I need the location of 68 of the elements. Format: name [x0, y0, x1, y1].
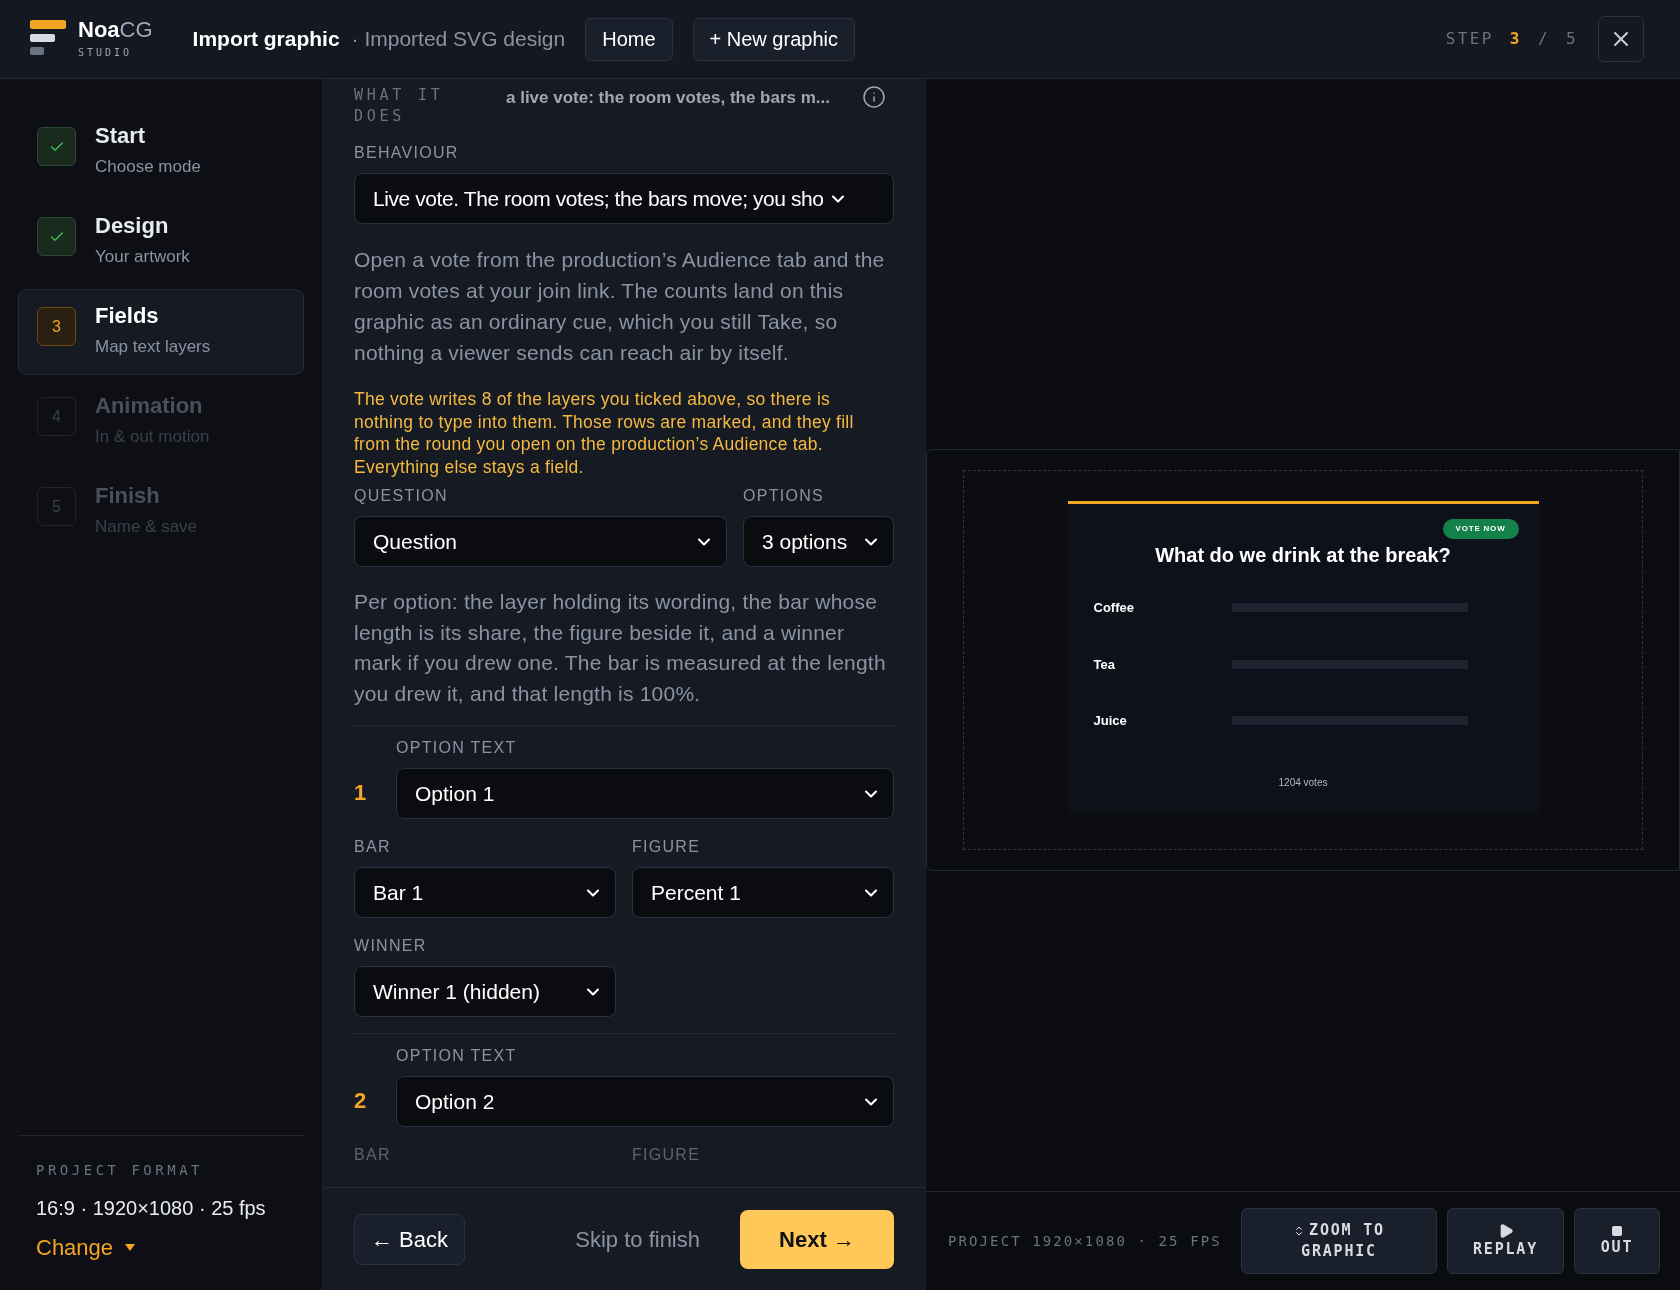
question-select[interactable]: Question	[354, 516, 727, 567]
question-label: QUESTION	[354, 486, 449, 506]
behaviour-description: Open a vote from the production’s Audience tab and the room votes at your join link. The counts land on this graphic as an ordinary cue, which you still Take, so nothing a viewer sends can reach air by itself.	[354, 247, 886, 366]
new-graphic-button[interactable]: + New graphic	[692, 17, 855, 61]
out-button[interactable]: OUT	[1574, 1208, 1660, 1274]
winner-select[interactable]: Winner 1 (hidden)	[354, 966, 616, 1017]
step-item[interactable]: Start Choose mode	[18, 109, 304, 195]
step-title: Finish	[95, 482, 161, 510]
per-option-description: Per option: the layer holding its wording, the bar whose length is its share, the figure beside it, and a winner mark if you drew one. The bar is measured at the length you drew it, and that length is 100%.	[354, 589, 887, 707]
option-number: 1	[354, 779, 368, 807]
option-label: Juice	[1093, 712, 1128, 730]
close-button[interactable]	[1598, 16, 1644, 62]
figure-label: FIGURE	[632, 1145, 702, 1165]
vote-now-badge: VOTE NOW	[1442, 519, 1519, 539]
figure-label: FIGURE	[632, 837, 702, 857]
home-button[interactable]: Home	[585, 17, 673, 61]
option-label: Coffee	[1093, 599, 1135, 617]
votes-count: 1204 votes	[1278, 775, 1328, 790]
behaviour-select[interactable]: Live vote. The room votes; the bars move; you sho	[354, 173, 894, 224]
back-button[interactable]: ← Back	[354, 1213, 466, 1265]
what-it-does-label: WHAT IT DOES	[354, 85, 445, 127]
step-separator: /	[1537, 28, 1550, 50]
option-text-select[interactable]: Option 2	[396, 1076, 894, 1127]
options-select[interactable]: 3 options	[743, 516, 894, 567]
option-text-label: OPTION TEXT	[396, 1046, 518, 1066]
figure-select[interactable]: Percent 1	[632, 867, 894, 918]
options-label: OPTIONS	[743, 486, 825, 506]
page-subtitle: · Imported SVG design	[351, 26, 566, 53]
zoom-button[interactable]: ZOOM TO GRAPHIC	[1241, 1208, 1437, 1274]
logo-icon	[30, 20, 66, 58]
brand-subtitle: STUDIO	[78, 45, 134, 60]
page-title: Import graphic	[192, 26, 340, 53]
bar-select[interactable]: Bar 1	[354, 867, 616, 918]
step-title: Fields	[95, 302, 160, 330]
skip-link[interactable]: Skip to finish	[575, 1222, 700, 1256]
bar-label: BAR	[354, 1145, 392, 1165]
project-format-label: PROJECT FORMAT	[36, 1161, 204, 1180]
step-subtitle: Map text layers	[95, 336, 211, 358]
step-subtitle: Your artwork	[95, 246, 190, 268]
vote-notice: The vote writes 8 of the layers you ticked above, so there is nothing to type into them. Those rows are marked, and they fill from the round you open on the production’s Audience tab. Everything else stays a field.	[354, 388, 855, 478]
step-item[interactable]: Design Your artwork	[18, 199, 304, 285]
step-current: 3	[1509, 28, 1522, 50]
info-icon[interactable]	[862, 85, 886, 109]
option-label: Tea	[1093, 655, 1116, 674]
next-button[interactable]: Next →	[740, 1209, 894, 1269]
stop-icon	[1611, 1224, 1623, 1237]
step-title: Design	[95, 212, 170, 240]
question-title: What do we drink at the break?	[1155, 543, 1451, 568]
caret-icon	[125, 1244, 136, 1251]
step-title: Animation	[95, 392, 204, 420]
project-info: PROJECT 1920×1080 · 25 FPS	[948, 1231, 1223, 1251]
change-button[interactable]: Change	[36, 1231, 136, 1264]
what-it-does-value: a live vote: the room votes, the bars m...	[506, 87, 831, 109]
replay-button[interactable]: REPLAY	[1447, 1208, 1564, 1274]
winner-label: WINNER	[354, 936, 428, 956]
brand-name: NoaCG	[78, 18, 153, 41]
step-label: STEP	[1445, 28, 1494, 50]
option-text-label: OPTION TEXT	[396, 738, 518, 758]
step-indicator: 3	[37, 307, 76, 346]
behaviour-label: BEHAVIOUR	[354, 143, 460, 163]
step-total: 5	[1565, 28, 1578, 50]
bar-label: BAR	[354, 837, 392, 857]
option-number: 2	[354, 1087, 368, 1115]
step-title: Start	[95, 122, 147, 150]
step-subtitle: Choose mode	[95, 156, 201, 178]
project-format-value: 16:9 · 1920×1080 · 25 fps	[36, 1196, 267, 1221]
option-text-select[interactable]: Option 1	[396, 768, 894, 819]
step-item[interactable]: 3 Fields Map text layers	[18, 289, 304, 375]
